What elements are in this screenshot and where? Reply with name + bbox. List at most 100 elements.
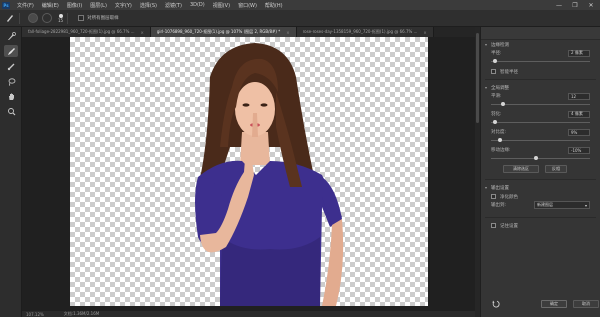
divider [485,179,596,180]
menu-select[interactable]: 选择(S) [136,2,161,9]
smooth-input[interactable]: 12 [568,92,590,100]
edge-detection-section[interactable]: ▾ 边缘检测 [481,40,600,49]
tab-fall-foliage[interactable]: fall-foliage-2822981_960_720-抠图(1).jpg @… [22,27,151,37]
separator [67,12,69,24]
section-heading: 边缘检测 [491,42,510,48]
output-to-value: 新建图层 [537,202,553,207]
smooth-value: 12 [571,93,577,99]
section-heading: 全局调整 [491,85,510,91]
global-refinements-section[interactable]: ▾ 全局调整 [481,83,600,92]
zoom-readout[interactable]: 107.12% [26,312,44,317]
slider-knob[interactable] [533,156,538,160]
tab-label: rose-roses-day-1358159_960_720-抠图(1).jpg… [302,29,418,34]
photoshop-window: Ps 文件(F) 编辑(E) 图像(I) 图层(L) 文字(Y) 选择(S) 滤… [0,0,600,317]
expand-caret-icon: ▾ [485,185,488,190]
menu-edit[interactable]: 编辑(E) [38,2,63,9]
cancel-button[interactable]: 取消 [573,300,599,308]
lasso-tool-icon[interactable] [4,75,18,87]
slider-knob[interactable] [492,120,497,124]
feather-slider[interactable] [491,120,590,125]
menu-view[interactable]: 视图(V) [209,2,234,9]
cutout-woman-image [195,43,344,306]
slider-knob[interactable] [497,138,502,142]
clear-selection-button[interactable]: 清除选区 [503,165,539,173]
document-size-readout: 文档:1.36M/2.16M [63,311,100,316]
maximize-button[interactable]: ❐ [568,0,582,10]
sample-all-layers-checkbox[interactable] [78,15,85,21]
menu-file[interactable]: 文件(F) [13,2,38,9]
tab-girl[interactable]: girl-1076898_960_720-抠图(1).jpg @ 107% (图… [150,27,297,37]
shift-edge-input[interactable]: -10% [568,146,590,154]
shift-edge-slider[interactable] [491,156,590,161]
feather-label: 羽化: [491,112,502,117]
smart-radius-checkbox[interactable] [491,69,496,74]
sample-all-layers-label: 对所有图层取样 [87,16,119,21]
contrast-row: 对比度: 9% [481,128,600,136]
decontaminate-label: 净化颜色 [500,194,518,200]
minimize-button[interactable]: — [552,0,566,10]
section-heading: 输出设置 [491,185,510,191]
output-to-select[interactable]: 新建图层 ▾ [534,201,590,209]
output-settings-section[interactable]: ▾ 输出设置 [481,183,600,192]
menu-help[interactable]: 帮助(H) [261,2,287,9]
close-tab-icon[interactable]: × [423,30,426,35]
radius-slider[interactable] [491,59,590,64]
status-bar: 107.12% 文档:1.36M/2.16M [22,311,475,317]
radius-row: 半径: 2 像素 [481,49,600,57]
shift-edge-label: 移动边缘: [491,148,511,153]
radius-value: 2 像素 [571,50,583,55]
separator [19,12,20,24]
feather-input[interactable]: 4 像素 [568,110,590,118]
refine-brush-tool-icon[interactable] [5,13,15,23]
subtract-from-selection-icon[interactable] [42,13,52,23]
output-to-label: 输出到: [491,203,507,208]
options-bar: 15 对所有图层取样 [0,10,600,27]
remember-settings-row[interactable]: 记住设置 [481,221,600,230]
close-tab-icon[interactable]: × [141,30,144,35]
menu-filter[interactable]: 滤镜(T) [161,2,186,9]
canvas-area[interactable] [22,37,475,311]
menu-3d[interactable]: 3D(D) [186,2,209,8]
menu-type[interactable]: 文字(Y) [111,2,136,9]
decontaminate-row[interactable]: 净化颜色 [481,192,600,201]
decontaminate-checkbox[interactable] [491,194,496,199]
feather-value: 4 像素 [571,111,583,116]
smooth-slider[interactable] [491,102,590,107]
tab-label: girl-1076898_960_720-抠图(1).jpg @ 107% (图… [156,29,281,34]
remember-settings-checkbox[interactable] [491,223,496,228]
reset-icon[interactable] [491,299,501,309]
chevron-down-icon: ▾ [584,202,587,208]
tab-rose[interactable]: rose-roses-day-1358159_960_720-抠图(1).jpg… [296,27,434,37]
shift-edge-row: 移动边缘: -10% [481,146,600,154]
refine-edge-brush-tool-icon[interactable] [4,45,18,57]
menu-layer[interactable]: 图层(L) [86,2,111,9]
document-canvas[interactable] [70,37,428,306]
close-tab-icon[interactable]: × [286,30,289,35]
slider-knob[interactable] [492,59,497,63]
contrast-slider[interactable] [491,138,590,143]
add-to-selection-icon[interactable] [28,13,38,23]
hand-tool-icon[interactable] [4,90,18,102]
invert-button[interactable]: 反相 [545,165,567,173]
tools-panel [0,27,22,317]
tab-label: fall-foliage-2822981_960_720-抠图(1).jpg @… [28,29,135,34]
smart-radius-row[interactable]: 智能半径 [481,67,600,76]
contrast-input[interactable]: 9% [568,128,590,136]
panel-title [481,27,600,40]
slider-knob[interactable] [500,102,505,106]
scrollbar-thumb[interactable] [476,33,479,123]
quick-selection-tool-icon[interactable] [4,30,18,42]
brush-tool-icon[interactable] [4,60,18,72]
radius-input[interactable]: 2 像素 [568,49,590,57]
expand-caret-icon: ▾ [485,42,488,47]
zoom-tool-icon[interactable] [4,105,18,117]
menu-window[interactable]: 窗口(W) [234,2,261,9]
output-to-row: 输出到: 新建图层 ▾ [481,201,600,209]
brush-size-picker[interactable]: 15 [58,13,63,23]
slider-track [491,104,590,105]
ok-button[interactable]: 确定 [541,300,567,308]
contrast-label: 对比度: [491,130,507,135]
shift-edge-value: -10% [571,147,582,153]
menu-image[interactable]: 图像(I) [63,2,86,9]
close-window-button[interactable]: ✕ [584,0,598,10]
